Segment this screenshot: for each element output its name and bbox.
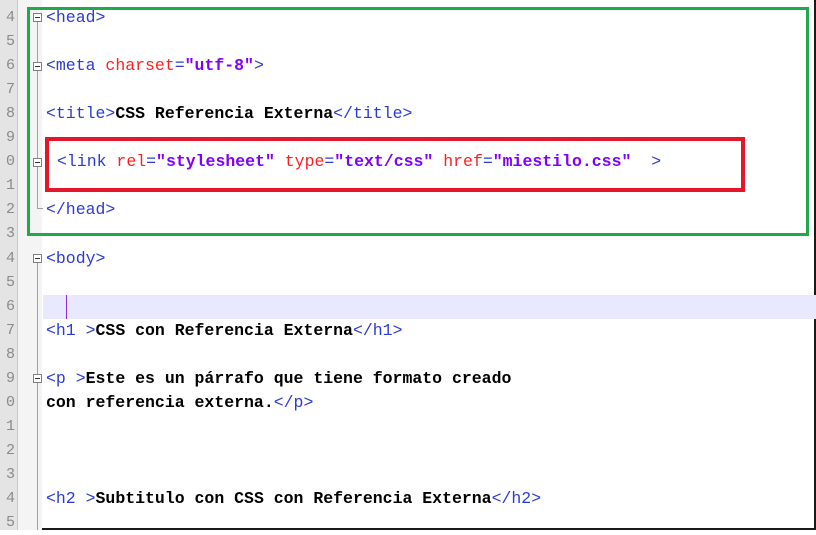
- link-tag-highlight-box: [45, 137, 745, 192]
- current-line-highlight: [43, 295, 816, 319]
- line-number: 8: [5, 346, 15, 363]
- line-number: 0: [5, 153, 15, 170]
- line-number: 9: [5, 129, 15, 146]
- line-number: 1: [5, 418, 15, 435]
- text-caret: [66, 295, 67, 319]
- line-number: 3: [5, 225, 15, 242]
- fold-collapse-icon[interactable]: [33, 374, 42, 383]
- line-number: 5: [5, 274, 15, 291]
- line-number: 4: [5, 250, 15, 267]
- line-number: 4: [5, 9, 15, 26]
- line-number: 7: [5, 81, 15, 98]
- line-number: 2: [5, 201, 15, 218]
- line-number: 3: [5, 466, 15, 483]
- line-number: 0: [5, 394, 15, 411]
- line-number: 1: [5, 177, 15, 194]
- line-number: 5: [5, 33, 15, 50]
- code-line-p: <p >Este es un párrafo que tiene formato…: [46, 369, 512, 388]
- head-section-highlight-box: [27, 7, 809, 236]
- line-number: 6: [5, 298, 15, 315]
- code-line-h1: <h1 >CSS con Referencia Externa</h1>: [46, 321, 403, 340]
- code-line-p-cont: con referencia externa.</p>: [46, 393, 314, 412]
- line-number: 7: [5, 322, 15, 339]
- line-number: 9: [5, 370, 15, 387]
- code-line-body-open: <body>: [46, 249, 106, 268]
- fold-line: [37, 263, 38, 530]
- line-number: 6: [5, 57, 15, 74]
- line-number: 8: [5, 105, 15, 122]
- line-number-gutter: 4 5 6 7 8 9 0 1 2 3 4 5 6 7 8 9 0 1 2 3 …: [0, 0, 18, 531]
- code-line-h2: <h2 >Subtitulo con CSS con Referencia Ex…: [46, 489, 542, 508]
- line-number: 5: [5, 514, 15, 531]
- fold-collapse-icon[interactable]: [33, 254, 42, 263]
- line-number: 4: [5, 490, 15, 507]
- line-number: 2: [5, 442, 15, 459]
